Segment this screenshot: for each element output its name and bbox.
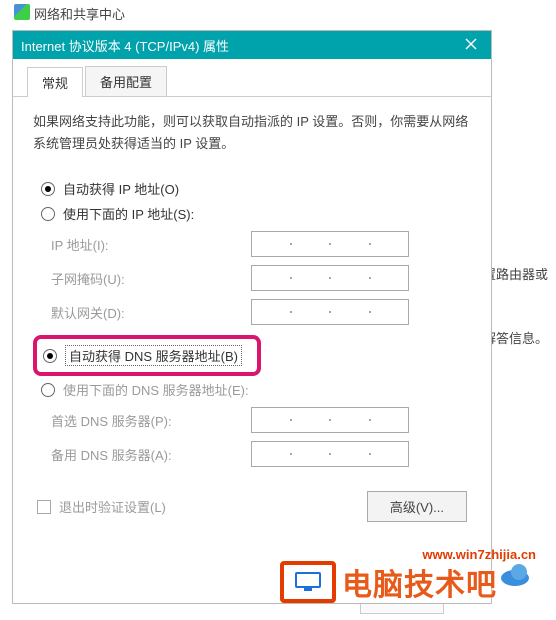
radio-manual-ip[interactable]: 使用下面的 IP 地址(S): [41,204,471,223]
checkbox-label: 退出时验证设置(L) [59,497,166,516]
tab-alternate[interactable]: 备用配置 [85,66,167,96]
cloud-icon [499,558,531,590]
radio-indicator [41,182,55,196]
watermark-url: www.win7zhijia.cn [422,547,536,562]
radio-indicator [41,383,55,397]
tab-general[interactable]: 常规 [27,67,83,97]
ip-address-input[interactable] [251,231,409,257]
close-button[interactable] [459,37,483,53]
background-text-fragment: 置路由器或 [483,264,548,283]
dialog-title: Internet 协议版本 4 (TCP/IPv4) 属性 [21,36,229,55]
background-window-title: 网络和共享中心 [34,4,125,23]
alternate-dns-label: 备用 DNS 服务器(A): [51,445,251,464]
checkbox-box [37,500,51,514]
radio-auto-dns[interactable]: 自动获得 DNS 服务器地址(B) [43,345,251,366]
description-text: 如果网络支持此功能，则可以获取自动指派的 IP 设置。否则，你需要从网络系统管理… [33,111,471,155]
radio-label: 使用下面的 DNS 服务器地址(E): [63,380,249,399]
validate-on-exit-checkbox[interactable]: 退出时验证设置(L) [37,497,166,516]
background-text-fragment: 解答信息。 [483,328,548,347]
radio-indicator [41,207,55,221]
preferred-dns-input[interactable] [251,407,409,433]
network-center-icon [14,4,30,20]
general-panel: 如果网络支持此功能，则可以获取自动指派的 IP 设置。否则，你需要从网络系统管理… [13,97,491,536]
radio-label: 自动获得 IP 地址(O) [63,179,179,198]
advanced-button[interactable]: 高级(V)... [367,491,467,522]
alternate-dns-input[interactable] [251,441,409,467]
ipv4-properties-dialog: Internet 协议版本 4 (TCP/IPv4) 属性 常规 备用配置 如果… [12,30,492,604]
ip-address-label: IP 地址(I): [51,235,251,254]
radio-manual-dns[interactable]: 使用下面的 DNS 服务器地址(E): [41,380,471,399]
dialog-titlebar: Internet 协议版本 4 (TCP/IPv4) 属性 [13,31,491,59]
radio-label: 自动获得 DNS 服务器地址(B) [65,345,242,366]
gateway-label: 默认网关(D): [51,303,251,322]
tab-strip: 常规 备用配置 [13,59,491,97]
gateway-input[interactable] [251,299,409,325]
subnet-label: 子网掩码(U): [51,269,251,288]
radio-indicator [43,349,57,363]
preferred-dns-label: 首选 DNS 服务器(P): [51,411,251,430]
radio-label: 使用下面的 IP 地址(S): [63,204,194,223]
subnet-input[interactable] [251,265,409,291]
highlight-auto-dns: 自动获得 DNS 服务器地址(B) [33,335,261,376]
radio-auto-ip[interactable]: 自动获得 IP 地址(O) [41,179,471,198]
